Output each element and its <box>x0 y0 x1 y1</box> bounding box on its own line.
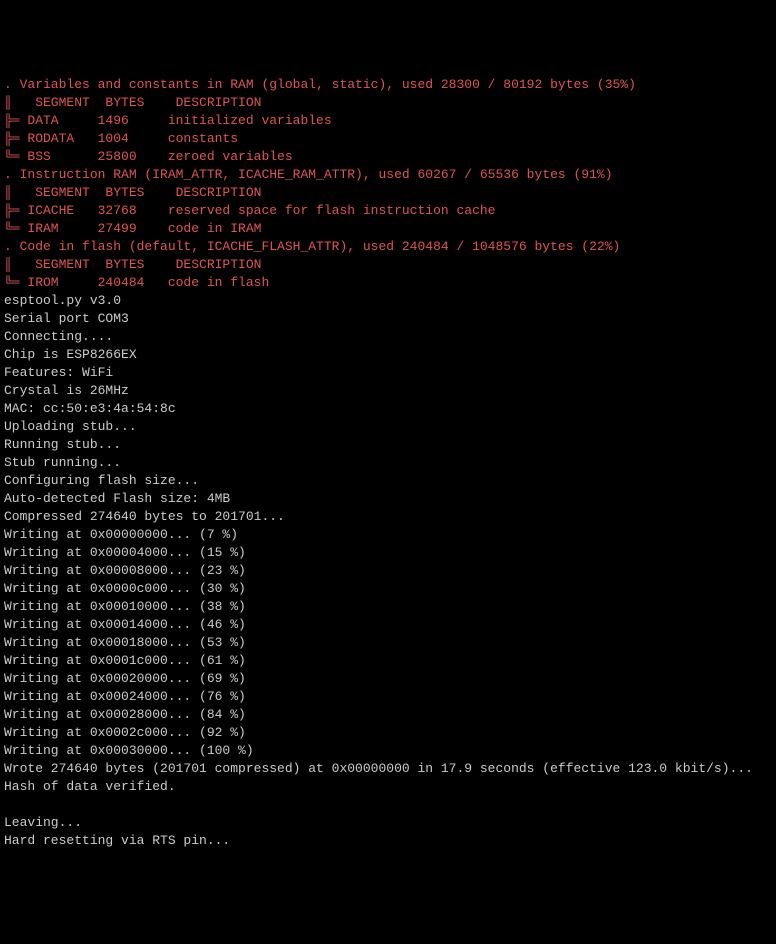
esptool-log-line: Serial port COM3 <box>4 310 772 328</box>
memory-row: ╠═ RODATA 1004 constants <box>4 130 772 148</box>
esptool-log-line <box>4 796 772 814</box>
esptool-log-line: Writing at 0x00004000... (15 %) <box>4 544 772 562</box>
memory-row: ╠═ DATA 1496 initialized variables <box>4 112 772 130</box>
memory-row: ╚═ IRAM 27499 code in IRAM <box>4 220 772 238</box>
esptool-log-line: Auto-detected Flash size: 4MB <box>4 490 772 508</box>
esptool-log-line: Writing at 0x0001c000... (61 %) <box>4 652 772 670</box>
esptool-log-line: Leaving... <box>4 814 772 832</box>
esptool-log-line: Connecting.... <box>4 328 772 346</box>
esptool-log-line: Stub running... <box>4 454 772 472</box>
memory-row: ╠═ ICACHE 32768 reserved space for flash… <box>4 202 772 220</box>
esptool-log-line: Writing at 0x00018000... (53 %) <box>4 634 772 652</box>
esptool-log-line: Writing at 0x00028000... (84 %) <box>4 706 772 724</box>
esptool-log-line: Writing at 0x0000c000... (30 %) <box>4 580 772 598</box>
esptool-log-line: Running stub... <box>4 436 772 454</box>
esptool-log-line: Uploading stub... <box>4 418 772 436</box>
memory-column-header: ║ SEGMENT BYTES DESCRIPTION <box>4 256 772 274</box>
esptool-log-line: Writing at 0x0002c000... (92 %) <box>4 724 772 742</box>
esptool-log-line: Writing at 0x00020000... (69 %) <box>4 670 772 688</box>
esptool-log-line: Hash of data verified. <box>4 778 772 796</box>
esptool-log-line: Writing at 0x00000000... (7 %) <box>4 526 772 544</box>
esptool-log-line: Writing at 0x00008000... (23 %) <box>4 562 772 580</box>
terminal-output: . Variables and constants in RAM (global… <box>4 76 772 850</box>
esptool-log-line: Writing at 0x00030000... (100 %) <box>4 742 772 760</box>
memory-row: ╚═ IROM 240484 code in flash <box>4 274 772 292</box>
esptool-log-line: Compressed 274640 bytes to 201701... <box>4 508 772 526</box>
memory-column-header: ║ SEGMENT BYTES DESCRIPTION <box>4 184 772 202</box>
esptool-log-line: esptool.py v3.0 <box>4 292 772 310</box>
esptool-log-line: MAC: cc:50:e3:4a:54:8c <box>4 400 772 418</box>
esptool-log-line: Crystal is 26MHz <box>4 382 772 400</box>
esptool-log-line: Writing at 0x00014000... (46 %) <box>4 616 772 634</box>
esptool-log-line: Wrote 274640 bytes (201701 compressed) a… <box>4 760 772 778</box>
memory-column-header: ║ SEGMENT BYTES DESCRIPTION <box>4 94 772 112</box>
esptool-log-line: Hard resetting via RTS pin... <box>4 832 772 850</box>
memory-section-header: . Code in flash (default, ICACHE_FLASH_A… <box>4 238 772 256</box>
esptool-log-line: Writing at 0x00024000... (76 %) <box>4 688 772 706</box>
memory-section-header: . Variables and constants in RAM (global… <box>4 76 772 94</box>
esptool-log-line: Chip is ESP8266EX <box>4 346 772 364</box>
memory-section-header: . Instruction RAM (IRAM_ATTR, ICACHE_RAM… <box>4 166 772 184</box>
esptool-log-line: Writing at 0x00010000... (38 %) <box>4 598 772 616</box>
esptool-log-line: Configuring flash size... <box>4 472 772 490</box>
memory-row: ╚═ BSS 25800 zeroed variables <box>4 148 772 166</box>
esptool-log-line: Features: WiFi <box>4 364 772 382</box>
